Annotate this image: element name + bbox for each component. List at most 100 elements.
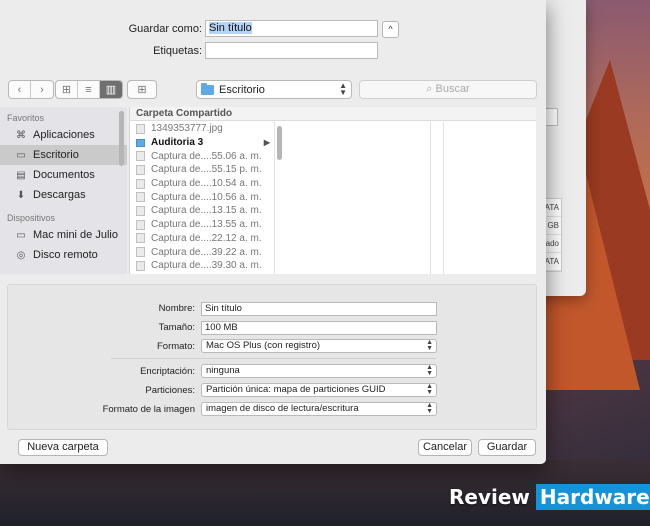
disk-image-options: Nombre: Sin título Tamaño: 100 MB Format… — [7, 284, 537, 430]
sidebar-item-label: Mac mini de Julio — [33, 229, 118, 241]
tags-input[interactable] — [205, 42, 378, 59]
image-format-value: imagen de disco de lectura/escritura — [206, 403, 359, 414]
encryption-value: ninguna — [206, 365, 240, 376]
file-item[interactable]: Captura de....22.12 a. m. — [130, 232, 274, 246]
screenshot-file-icon — [136, 247, 145, 258]
file-name: Captura de....10.56 a. m. — [151, 191, 262, 203]
desktop-icon: ▭ — [16, 149, 26, 161]
format-select[interactable]: Mac OS Plus (con registro) ▲ ▼ — [201, 339, 437, 353]
partitions-value: Partición única: mapa de particiones GUI… — [206, 384, 386, 395]
tags-label: Etiquetas: — [153, 45, 202, 57]
sidebar: Favoritos ⌘ Aplicaciones ▭ Escritorio ▤ … — [0, 107, 127, 274]
save-as-input[interactable]: Sin título — [205, 20, 378, 37]
file-item[interactable]: Captura de....10.54 a. m. — [130, 177, 274, 191]
empty-column — [432, 122, 444, 274]
file-item[interactable]: Captura de....13.15 a. m. — [130, 204, 274, 218]
file-name: Captura de....22.12 a. m. — [151, 232, 262, 244]
file-item[interactable]: Captura de....13.55 a. m. — [130, 218, 274, 232]
file-item[interactable]: Captura de....55.06 a. m. — [130, 149, 274, 163]
size-input[interactable]: 100 MB — [201, 321, 437, 335]
folder-item[interactable]: Auditoria 3 ▶ — [130, 136, 274, 150]
apps-icon: ⌘ — [16, 129, 26, 141]
save-as-label: Guardar como: — [128, 23, 202, 35]
icon-view-button[interactable]: ⊞ — [56, 81, 78, 98]
column-header: Carpeta Compartido — [130, 107, 536, 121]
sidebar-item-escritorio[interactable]: ▭ Escritorio — [0, 145, 127, 165]
file-name: Captura de....10.54 a. m. — [151, 178, 262, 190]
encryption-label: Encriptación: — [140, 366, 195, 377]
options-divider — [111, 358, 436, 359]
file-item[interactable]: Captura de....55.15 p. m. — [130, 163, 274, 177]
file-item[interactable]: Captura de....39.22 a. m. — [130, 245, 274, 259]
updown-arrows-icon: ▲ ▼ — [426, 339, 433, 352]
updown-arrows-icon: ▲ ▼ — [426, 364, 433, 377]
file-name: Captura de....39.30 a. m. — [151, 260, 262, 272]
name-label: Nombre: — [158, 303, 195, 314]
file-item[interactable]: 1349353777.jpg — [130, 122, 274, 136]
search-icon: ⌕ — [426, 83, 433, 95]
sidebar-item-mac-mini[interactable]: ▭ Mac mini de Julio — [0, 225, 127, 245]
cancel-button[interactable]: Cancelar — [418, 439, 472, 456]
folder-icon — [201, 82, 214, 95]
format-value: Mac OS Plus (con registro) — [206, 340, 321, 351]
format-label: Formato: — [156, 341, 195, 352]
back-button[interactable]: ‹ — [9, 81, 31, 98]
sidebar-item-descargas[interactable]: ⬇ Descargas — [0, 185, 127, 205]
screenshot-file-icon — [136, 219, 145, 230]
sidebar-item-label: Aplicaciones — [33, 129, 95, 141]
arrange-icon: ⊞ — [137, 84, 147, 96]
name-input[interactable]: Sin título — [201, 302, 437, 316]
screenshot-file-icon — [136, 178, 145, 189]
location-value: Escritorio — [219, 83, 265, 96]
sidebar-item-disco-remoto[interactable]: ◎ Disco remoto — [0, 245, 127, 265]
partitions-select[interactable]: Partición única: mapa de particiones GUI… — [201, 383, 437, 397]
file-name: Captura de....39.22 a. m. — [151, 246, 262, 258]
save-button[interactable]: Guardar — [478, 439, 536, 456]
updown-arrows-icon: ▲ ▼ — [426, 383, 433, 396]
sidebar-item-label: Documentos — [33, 169, 95, 181]
sidebar-header-favorites: Favoritos — [7, 113, 45, 123]
file-name: Captura de....13.55 a. m. — [151, 219, 262, 231]
screenshot-file-icon — [136, 151, 145, 162]
sidebar-item-label: Disco remoto — [33, 249, 98, 261]
file-item[interactable]: Captura de....10.56 a. m. — [130, 190, 274, 204]
updown-arrows-icon: ▲ ▼ — [426, 402, 433, 415]
screenshot-file-icon — [136, 192, 145, 203]
column-view-button[interactable]: ▥ — [100, 81, 122, 98]
downloads-icon: ⬇ — [16, 189, 26, 201]
arrange-menu[interactable]: ⊞ — [127, 80, 157, 99]
view-switcher: ⊞ ≡ ▥ — [55, 80, 123, 99]
empty-column — [276, 122, 431, 274]
chevron-right-icon: ▶ — [263, 138, 270, 148]
sidebar-scrollbar[interactable] — [119, 111, 124, 166]
file-name: Auditoria 3 — [151, 137, 204, 149]
sidebar-header-devices: Dispositivos — [7, 213, 56, 223]
screenshot-file-icon — [136, 260, 145, 271]
file-browser: Carpeta Compartido 1349353777.jpg Audito… — [129, 107, 536, 274]
image-format-select[interactable]: imagen de disco de lectura/escritura ▲ ▼ — [201, 402, 437, 416]
watermark-logo: Review Hardware — [449, 484, 650, 510]
save-dialog: Guardar como: Sin título ^ Etiquetas: ‹ … — [0, 0, 546, 464]
search-field[interactable]: ⌕ Buscar — [359, 80, 537, 99]
file-item[interactable]: Captura de....39.30 a. m. — [130, 259, 274, 273]
new-folder-button[interactable]: Nueva carpeta — [18, 439, 108, 456]
screenshot-file-icon — [136, 205, 145, 216]
location-popup[interactable]: Escritorio ▲ ▼ — [196, 80, 352, 99]
encryption-select[interactable]: ninguna ▲ ▼ — [201, 364, 437, 378]
forward-button[interactable]: › — [31, 81, 53, 98]
file-name: Captura de....55.06 a. m. — [151, 150, 262, 162]
list-view-button[interactable]: ≡ — [78, 81, 100, 98]
file-column: 1349353777.jpg Auditoria 3 ▶ Captura de..… — [130, 122, 275, 274]
file-name: Captura de....55.15 p. m. — [151, 164, 262, 176]
image-file-icon — [136, 123, 145, 134]
size-label: Tamaño: — [158, 322, 195, 333]
file-name: Captura de....13.15 a. m. — [151, 205, 262, 217]
disc-icon: ◎ — [16, 249, 26, 261]
sidebar-item-aplicaciones[interactable]: ⌘ Aplicaciones — [0, 125, 127, 145]
disclosure-button[interactable]: ^ — [382, 21, 399, 38]
image-format-label: Formato de la imagen — [102, 404, 195, 415]
file-name: 1349353777.jpg — [151, 123, 223, 135]
save-as-value: Sin título — [209, 22, 252, 34]
search-placeholder: Buscar — [435, 83, 470, 95]
sidebar-item-documentos[interactable]: ▤ Documentos — [0, 165, 127, 185]
